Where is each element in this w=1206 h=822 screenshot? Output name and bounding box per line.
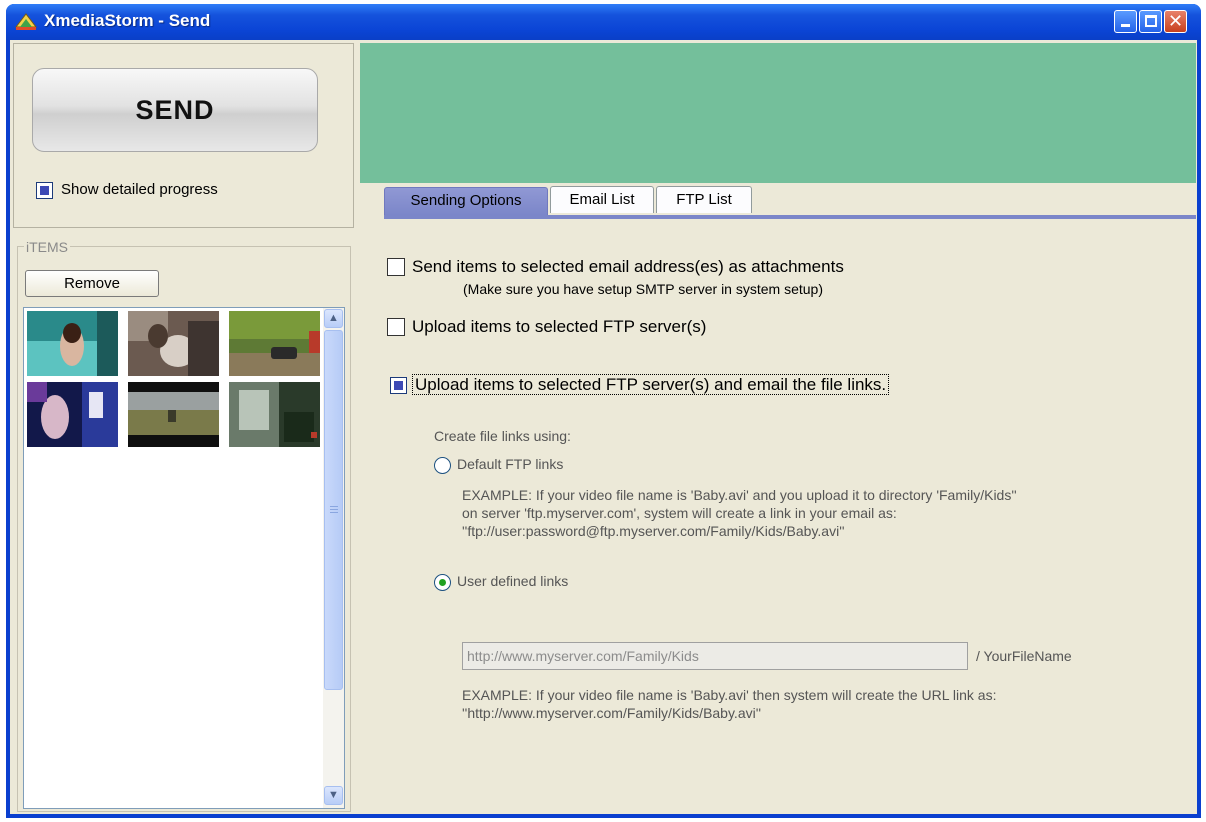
url-suffix: / YourFileName: [976, 648, 1072, 664]
maximize-icon: [1145, 15, 1157, 27]
remove-button[interactable]: Remove: [25, 270, 159, 297]
tab-bar: Sending Options Email List FTP List: [360, 183, 1196, 219]
video-thumbnail-3[interactable]: [229, 311, 320, 376]
smtp-note: (Make sure you have setup SMTP server in…: [463, 281, 823, 297]
window-title: XmediaStorm - Send: [44, 11, 211, 30]
video-thumbnail-1[interactable]: [27, 311, 118, 376]
close-button[interactable]: ✕: [1164, 10, 1187, 33]
default-ftp-label[interactable]: Default FTP links: [457, 456, 563, 472]
client-area: SEND Show detailed progress iTEMS Remove: [10, 40, 1197, 814]
create-links-heading: Create file links using:: [434, 428, 571, 444]
close-icon: ✕: [1168, 11, 1184, 32]
items-scrollbar[interactable]: ▲ ▼: [323, 308, 344, 808]
title-bar[interactable]: XmediaStorm - Send ✕: [6, 4, 1201, 40]
upload-email-checkbox[interactable]: [390, 377, 407, 394]
upload-checkbox[interactable]: [387, 318, 405, 336]
send-panel: SEND Show detailed progress: [13, 43, 354, 228]
default-ftp-example: EXAMPLE: If your video file name is 'Bab…: [462, 487, 1017, 539]
tab-ftp-list[interactable]: FTP List: [656, 186, 752, 213]
app-window: XmediaStorm - Send ✕ SEND Show detailed …: [6, 4, 1201, 818]
tab-email-list[interactable]: Email List: [550, 186, 654, 213]
attach-label[interactable]: Send items to selected email address(es)…: [412, 257, 844, 277]
items-legend: iTEMS: [24, 239, 70, 255]
send-button[interactable]: SEND: [32, 68, 318, 152]
scroll-down-button[interactable]: ▼: [324, 786, 343, 805]
header-banner: [360, 43, 1196, 183]
minimize-button[interactable]: [1114, 10, 1137, 33]
minimize-icon: [1121, 24, 1130, 27]
items-group: iTEMS Remove ▲ ▼: [17, 239, 351, 812]
items-list[interactable]: ▲ ▼: [23, 307, 345, 809]
upload-label[interactable]: Upload items to selected FTP server(s): [412, 317, 706, 337]
default-ftp-radio[interactable]: [434, 457, 451, 474]
user-defined-radio[interactable]: [434, 574, 451, 591]
video-thumbnail-5[interactable]: [128, 382, 219, 447]
sending-options-panel: Send items to selected email address(es)…: [360, 220, 1196, 810]
attach-checkbox[interactable]: [387, 258, 405, 276]
tab-underline: [384, 215, 1196, 219]
scroll-grip-icon: [330, 506, 338, 515]
scroll-up-button[interactable]: ▲: [324, 309, 343, 328]
user-defined-label[interactable]: User defined links: [457, 573, 568, 589]
show-progress-label: Show detailed progress: [61, 181, 218, 198]
app-icon: [14, 13, 38, 30]
video-thumbnail-4[interactable]: [27, 382, 118, 447]
video-thumbnail-2[interactable]: [128, 311, 219, 376]
show-progress-checkbox[interactable]: [36, 182, 53, 199]
maximize-button[interactable]: [1139, 10, 1162, 33]
scroll-thumb[interactable]: [324, 330, 343, 690]
upload-email-label[interactable]: Upload items to selected FTP server(s) a…: [412, 374, 890, 395]
tab-sending-options[interactable]: Sending Options: [384, 187, 548, 215]
url-input[interactable]: http://www.myserver.com/Family/Kids: [462, 642, 968, 670]
send-button-label: SEND: [135, 95, 215, 125]
user-defined-example: EXAMPLE: If your video file name is 'Bab…: [462, 687, 997, 721]
video-thumbnail-6[interactable]: [229, 382, 320, 447]
